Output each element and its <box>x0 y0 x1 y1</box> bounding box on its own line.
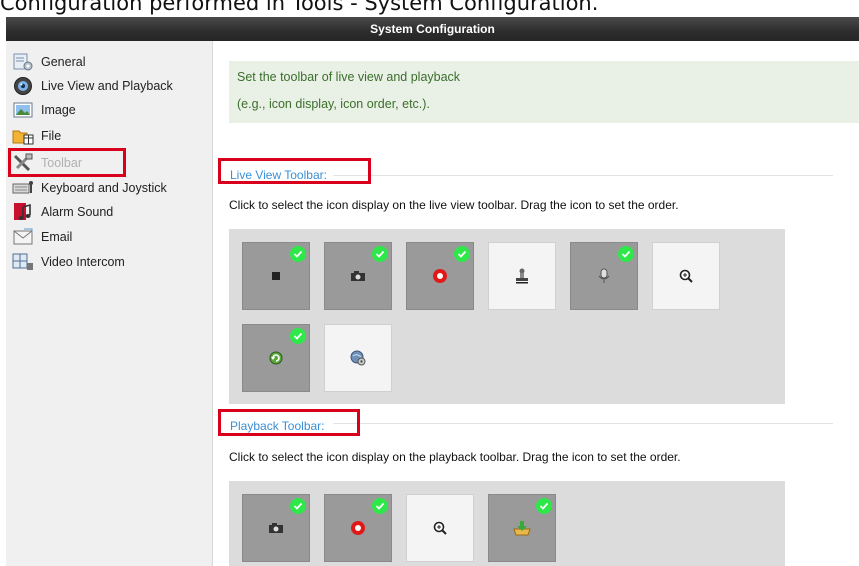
live-view-toolbar-title: Live View Toolbar: <box>230 168 327 182</box>
banner-line-2: (e.g., icon display, icon order, etc.). <box>237 97 430 111</box>
sidebar-item-video-intercom[interactable]: Video Intercom <box>12 251 125 273</box>
sidebar-item-label: Live View and Playback <box>41 79 173 93</box>
sidebar-item-label: General <box>41 55 86 69</box>
general-icon <box>12 52 34 72</box>
webcam-icon <box>12 76 34 96</box>
toolbar-tile-microphone[interactable] <box>570 242 638 310</box>
folder-icon <box>12 126 34 146</box>
section-divider <box>333 423 833 424</box>
image-icon <box>12 100 34 120</box>
keyboard-icon <box>12 178 34 198</box>
playback-tile-capture[interactable] <box>242 494 310 562</box>
sidebar-item-general[interactable]: General <box>12 51 85 73</box>
record-icon <box>432 268 448 284</box>
zoom-icon <box>679 269 693 283</box>
playback-tile-zoom[interactable] <box>406 494 474 562</box>
section-divider <box>333 175 833 176</box>
sidebar-item-label: Email <box>41 230 73 244</box>
camera-capture-icon <box>268 522 284 534</box>
toolbar-tile-stop[interactable] <box>242 242 310 310</box>
playback-tile-download[interactable] <box>488 494 556 562</box>
toolbar-tile-capture[interactable] <box>324 242 392 310</box>
zoom-icon <box>433 521 447 535</box>
playback-toolbar-title: Playback Toolbar: <box>230 419 325 433</box>
intercom-icon <box>12 252 34 272</box>
check-icon <box>290 246 306 262</box>
main-content: Set the toolbar of live view and playbac… <box>213 41 859 566</box>
sidebar-item-toolbar[interactable]: Toolbar <box>12 152 82 174</box>
window-title: System Configuration <box>6 17 859 41</box>
sidebar-item-alarm-sound[interactable]: Alarm Sound <box>12 201 113 223</box>
email-icon <box>12 227 34 247</box>
sidebar-item-label: Toolbar <box>41 156 82 170</box>
system-configuration-window: System Configuration General Live View a… <box>6 17 859 566</box>
stop-icon <box>271 271 281 281</box>
sidebar-item-label: Alarm Sound <box>41 205 114 219</box>
sidebar-item-keyboard-joystick[interactable]: Keyboard and Joystick <box>12 177 167 199</box>
toolbar-tile-stamp[interactable] <box>488 242 556 310</box>
page-caption: Configuration performed in Tools - Syste… <box>0 0 599 15</box>
sidebar-item-file[interactable]: File <box>12 125 61 147</box>
live-view-toolbar-description: Click to select the icon display on the … <box>229 198 679 212</box>
sidebar-item-label: Keyboard and Joystick <box>41 181 167 195</box>
sidebar-item-live-view-playback[interactable]: Live View and Playback <box>12 75 173 97</box>
toolbar-tile-globe-settings[interactable] <box>324 324 392 392</box>
microphone-icon <box>598 268 610 284</box>
sidebar-item-label: Image <box>41 103 76 117</box>
sidebar-item-label: Video Intercom <box>41 255 125 269</box>
record-icon <box>350 520 366 536</box>
sidebar: General Live View and Playback Image Fil… <box>6 41 213 566</box>
toolbar-tile-record[interactable] <box>406 242 474 310</box>
stamp-icon <box>515 268 529 284</box>
info-banner: Set the toolbar of live view and playbac… <box>229 61 859 123</box>
playback-toolbar-description: Click to select the icon display on the … <box>229 450 681 464</box>
check-icon <box>536 498 552 514</box>
toolbar-tile-zoom[interactable] <box>652 242 720 310</box>
sidebar-item-label: File <box>41 129 62 143</box>
tools-icon <box>12 153 34 173</box>
check-icon <box>454 246 470 262</box>
banner-line-1: Set the toolbar of live view and playbac… <box>237 70 461 84</box>
playback-toolbar-panel <box>229 481 785 566</box>
camera-capture-icon <box>350 270 366 282</box>
globe-settings-icon <box>350 350 366 366</box>
live-view-toolbar-panel <box>229 229 785 404</box>
playback-tile-record[interactable] <box>324 494 392 562</box>
ptz-return-icon <box>268 350 284 366</box>
download-icon <box>513 520 531 536</box>
check-icon <box>618 246 634 262</box>
check-icon <box>372 498 388 514</box>
music-icon <box>12 202 34 222</box>
check-icon <box>372 246 388 262</box>
check-icon <box>290 328 306 344</box>
check-icon <box>290 498 306 514</box>
toolbar-tile-ptz-return[interactable] <box>242 324 310 392</box>
sidebar-item-email[interactable]: Email <box>12 226 72 248</box>
sidebar-item-image[interactable]: Image <box>12 99 76 121</box>
